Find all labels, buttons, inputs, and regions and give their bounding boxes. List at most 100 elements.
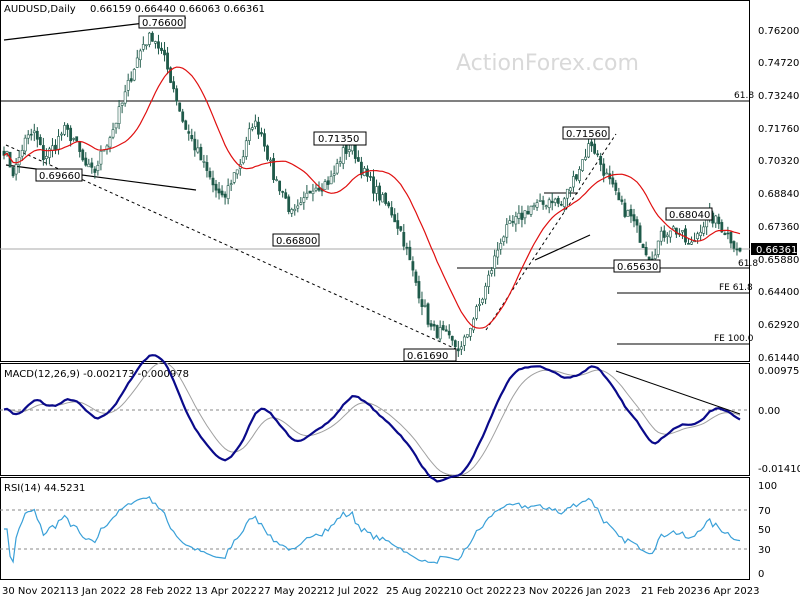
current-price-label: 0.66361 (756, 245, 797, 256)
candle-body (493, 255, 497, 269)
chart-symbol: AUDUSD,Daily (4, 4, 76, 15)
candle-body (429, 323, 433, 327)
candle-body (684, 228, 687, 243)
candle-body (269, 159, 272, 162)
candle-body (417, 281, 421, 299)
date-tick: 10 Oct 2022 (450, 586, 512, 597)
price-tick: 0.71760 (758, 124, 799, 135)
candle-body (605, 172, 609, 175)
candle-body (405, 246, 409, 249)
price-axis: 0.76200 0.74720 0.73240 0.71760 0.70320 … (758, 26, 799, 364)
candle-body (260, 132, 263, 135)
candle-body (411, 261, 415, 271)
annotation-label: 0.68040 (669, 210, 710, 221)
candle-body (478, 303, 481, 306)
candle-body (151, 32, 154, 42)
candle-body (132, 69, 136, 81)
candle-body (172, 81, 176, 90)
candle-body (596, 153, 600, 156)
candle-body (332, 173, 336, 176)
candle-body (723, 233, 727, 236)
candle-body (45, 155, 48, 160)
chart-ohlc: 0.66159 0.66440 0.66063 0.66361 (90, 4, 265, 15)
candle-body (296, 205, 300, 209)
candle-body (687, 243, 690, 245)
candle-body (447, 330, 451, 336)
macd-divergence-trendline (615, 370, 741, 415)
candle-body (299, 202, 303, 205)
candle-body (135, 57, 139, 68)
candle-body (193, 138, 197, 151)
price-tick: 0.61440 (758, 353, 799, 364)
candle-body (338, 161, 342, 164)
candle-body (481, 298, 484, 304)
moving-average-line (3, 66, 741, 329)
candle-body (87, 163, 91, 168)
candle-body (81, 149, 85, 161)
candle-body (78, 141, 82, 152)
candle-body (217, 188, 221, 194)
candle-body (99, 150, 103, 165)
candle-body (241, 156, 245, 164)
candle-body (211, 177, 215, 186)
candle-body (323, 181, 327, 190)
candle-body (205, 162, 209, 171)
candle-body (462, 336, 466, 346)
candle-body (490, 270, 494, 274)
candle-body (523, 210, 527, 219)
candle-body (399, 226, 403, 231)
price-tick: 0.70320 (758, 156, 799, 167)
candle-body (502, 236, 506, 242)
candle-body (556, 197, 560, 204)
candle-body (520, 212, 524, 220)
fib-61.8-support-label: 61.8 (738, 259, 758, 269)
candle-body (226, 185, 230, 200)
price-tick: 0.74720 (758, 58, 799, 69)
candle-body (347, 149, 351, 153)
candle-body (66, 124, 70, 130)
candle-body (311, 190, 315, 195)
candle-body (14, 164, 18, 175)
candle-body (511, 221, 515, 223)
candle-body (208, 171, 212, 178)
candle-body (435, 325, 439, 338)
date-tick: 30 Nov 2021 (2, 586, 66, 597)
candle-body (190, 134, 194, 140)
fib-61.8-level-label: 61.8 (734, 91, 754, 101)
candle-body (90, 162, 94, 168)
candle-body (263, 133, 266, 147)
macd-title: MACD(12,26,9) -0.002173 -0.000978 (4, 369, 189, 380)
date-axis: 30 Nov 2021 13 Jan 2022 28 Feb 2022 13 A… (2, 586, 759, 597)
candle-body (375, 186, 378, 194)
date-tick: 27 May 2022 (258, 586, 323, 597)
candle-body (32, 130, 36, 134)
candle-body (38, 136, 42, 146)
candle-body (732, 241, 736, 249)
macd-tick: 0.009751 (758, 366, 800, 377)
candle-body (381, 194, 385, 203)
candle-body (544, 205, 548, 207)
candle-body (84, 157, 88, 166)
candle-body (668, 230, 672, 238)
candle-body (547, 199, 551, 208)
candle-body (575, 174, 578, 180)
candle-body (281, 191, 285, 193)
candle-body (638, 225, 642, 243)
date-tick: 25 Aug 2022 (386, 586, 450, 597)
candle-body (11, 167, 15, 177)
rsi-tick: 0 (758, 569, 764, 580)
date-tick: 23 Nov 2022 (513, 586, 577, 597)
candle-body (369, 176, 372, 178)
candle-body (157, 41, 160, 49)
candle-body (538, 200, 542, 202)
candle-body (517, 212, 521, 219)
candle-body (293, 208, 297, 212)
candle-body (229, 183, 233, 185)
price-tick: 0.62920 (758, 320, 799, 331)
candle-body (253, 120, 257, 128)
price-tick: 0.76200 (758, 26, 799, 37)
price-tick: 0.73240 (758, 91, 799, 102)
candle-body (529, 205, 533, 215)
candle-body (341, 147, 345, 164)
candle-body (671, 226, 675, 230)
